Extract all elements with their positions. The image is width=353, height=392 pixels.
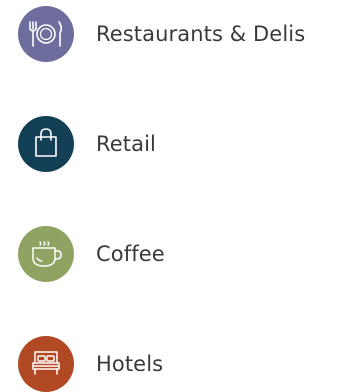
category-item-coffee[interactable]: Coffee [18,226,348,282]
category-label-restaurants: Restaurants & Delis [96,22,306,46]
category-label-coffee: Coffee [96,242,165,266]
hotel-bed-icon [18,336,74,392]
category-label-retail: Retail [96,132,156,156]
dining-plate-icon [18,6,74,62]
category-item-hotels[interactable]: Hotels [18,336,348,392]
category-label-hotels: Hotels [96,352,164,376]
coffee-cup-icon [18,226,74,282]
category-item-restaurants[interactable]: Restaurants & Delis [18,6,348,62]
shopping-bag-icon [18,116,74,172]
category-item-retail[interactable]: Retail [18,116,348,172]
category-list: Restaurants & Delis Retail Coffee Hotels [18,6,348,392]
